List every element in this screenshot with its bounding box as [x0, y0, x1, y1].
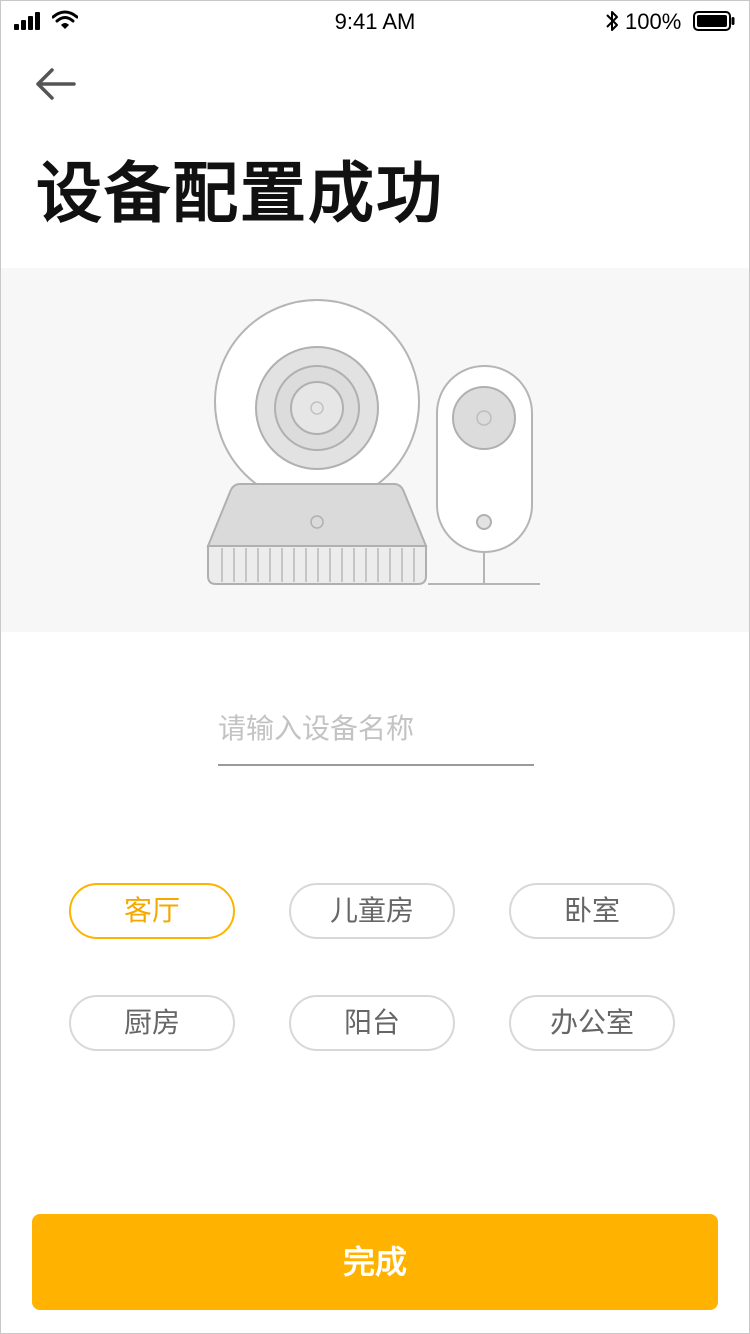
room-chip-office[interactable]: 办公室 — [509, 995, 675, 1051]
back-arrow-icon — [36, 68, 76, 100]
device-illustration — [1, 268, 749, 632]
status-bar: 9:41 AM 100% — [0, 0, 750, 44]
done-button[interactable]: 完成 — [32, 1214, 718, 1310]
bluetooth-icon — [606, 11, 618, 31]
page-title: 设备配置成功 — [36, 156, 444, 230]
room-chip-bedroom[interactable]: 卧室 — [509, 883, 675, 939]
room-chip-living-room[interactable]: 客厅 — [69, 883, 235, 939]
battery-icon — [693, 11, 735, 31]
battery-percent: 100% — [625, 9, 682, 34]
room-chip-kids-room[interactable]: 儿童房 — [289, 883, 455, 939]
cameras-illustration — [206, 299, 540, 585]
back-button[interactable] — [34, 66, 76, 102]
device-name-input[interactable] — [218, 700, 534, 766]
room-chip-kitchen[interactable]: 厨房 — [69, 995, 235, 1051]
room-chip-balcony[interactable]: 阳台 — [289, 995, 455, 1051]
